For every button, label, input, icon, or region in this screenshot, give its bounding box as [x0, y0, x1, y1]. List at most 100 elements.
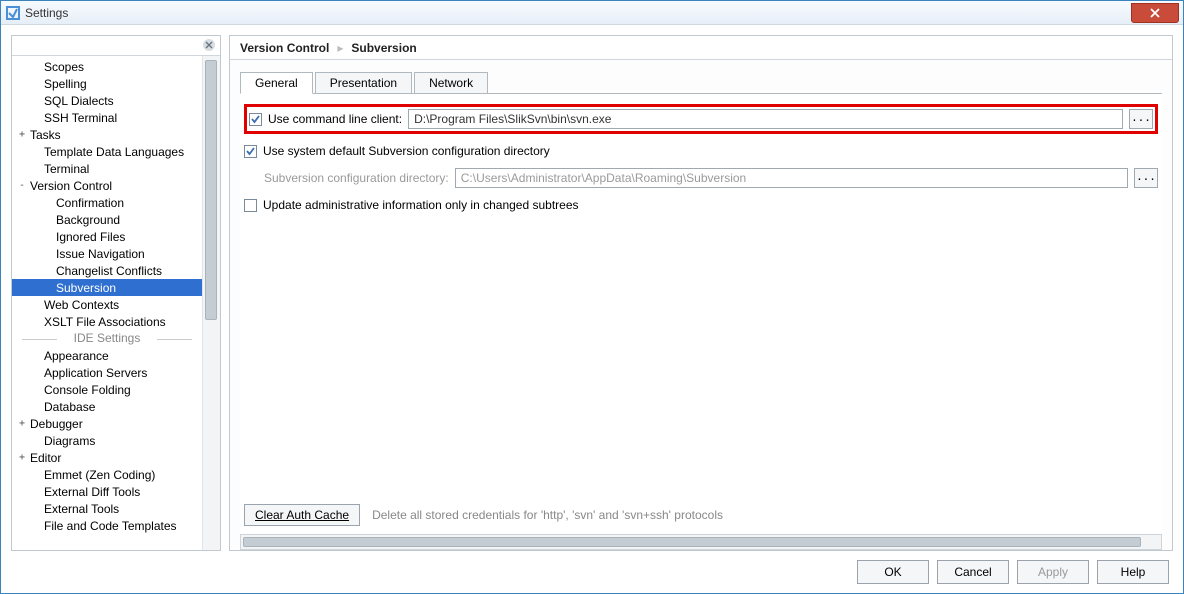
tree-item-label: Template Data Languages	[42, 145, 184, 159]
tree-item-label: Scopes	[42, 60, 84, 74]
tree-item[interactable]: Web Contexts	[12, 296, 202, 313]
tree-item-label: Diagrams	[42, 434, 95, 448]
tree-item[interactable]: -Version Control	[12, 177, 202, 194]
tree-item-label: Application Servers	[42, 366, 147, 380]
tree-item[interactable]: Appearance	[12, 347, 202, 364]
tree-item-label: Debugger	[28, 417, 83, 431]
tree-item-label: Editor	[28, 451, 61, 465]
sysdefault-label: Use system default Subversion configurat…	[263, 144, 550, 158]
tree-item-label: Appearance	[42, 349, 109, 363]
cli-row: Use command line client: ...	[244, 104, 1158, 134]
cli-label: Use command line client:	[268, 112, 402, 126]
cli-checkbox[interactable]	[249, 113, 262, 126]
breadcrumb-sep-icon: ▸	[337, 41, 343, 55]
tree-item[interactable]: Changelist Conflicts	[12, 262, 202, 279]
tree-item-label: Emmet (Zen Coding)	[42, 468, 155, 482]
tree-item-label: Version Control	[28, 179, 112, 193]
tabs: General Presentation Network	[240, 72, 1162, 94]
breadcrumb-leaf: Subversion	[351, 41, 416, 55]
clear-auth-cache-button[interactable]: Clear Auth Cache	[244, 504, 360, 526]
tree-item[interactable]: Emmet (Zen Coding)	[12, 466, 202, 483]
tree-item[interactable]: Terminal	[12, 160, 202, 177]
tree-item[interactable]: +Editor	[12, 449, 202, 466]
tree-item[interactable]: Confirmation	[12, 194, 202, 211]
tree-scrollbar[interactable]	[202, 56, 220, 550]
confdir-browse-button[interactable]: ...	[1134, 168, 1158, 188]
tree-item-label: External Tools	[42, 502, 119, 516]
tree-section-header: IDE Settings	[12, 330, 202, 347]
tree-item-label: Console Folding	[42, 383, 131, 397]
tree-item[interactable]: Ignored Files	[12, 228, 202, 245]
dialog-button-bar: OK Cancel Apply Help	[1, 551, 1183, 593]
tree-item[interactable]: SSH Terminal	[12, 109, 202, 126]
tree-item-label: Database	[42, 400, 95, 414]
tree-item-label: Ignored Files	[54, 230, 125, 244]
tab-network[interactable]: Network	[414, 72, 488, 93]
expand-icon[interactable]: +	[16, 452, 28, 463]
tree-item[interactable]: Application Servers	[12, 364, 202, 381]
tree-item-label: Web Contexts	[42, 298, 119, 312]
tree-item-label: SSH Terminal	[42, 111, 117, 125]
tree-item[interactable]: Database	[12, 398, 202, 415]
clear-search-icon[interactable]	[202, 38, 216, 52]
settings-dialog: Settings Scopes Spelling SQL Dialects SSH T…	[0, 0, 1184, 594]
apply-button: Apply	[1017, 560, 1089, 584]
close-button[interactable]	[1131, 3, 1179, 23]
tree-item-label: External Diff Tools	[42, 485, 140, 499]
confdir-input	[455, 168, 1128, 188]
help-button[interactable]: Help	[1097, 560, 1169, 584]
breadcrumb-root[interactable]: Version Control	[240, 41, 329, 55]
title-bar: Settings	[1, 1, 1183, 25]
tree-item[interactable]: SQL Dialects	[12, 92, 202, 109]
breadcrumb: Version Control ▸ Subversion	[230, 36, 1172, 60]
expand-icon[interactable]: +	[16, 418, 28, 429]
tree-item[interactable]: +Debugger	[12, 415, 202, 432]
update-label: Update administrative information only i…	[263, 198, 579, 212]
tree-item-label: Confirmation	[54, 196, 124, 210]
content-h-scrollbar[interactable]	[240, 534, 1162, 550]
tree-item-label: Tasks	[28, 128, 61, 142]
tree-item-label: Background	[54, 213, 120, 227]
tree-item[interactable]: Background	[12, 211, 202, 228]
tree-item[interactable]: Template Data Languages	[12, 143, 202, 160]
tree-item-label: Issue Navigation	[54, 247, 145, 261]
cache-row: Clear Auth Cache Delete all stored crede…	[244, 504, 1158, 526]
tree-item-label: SQL Dialects	[42, 94, 114, 108]
ok-button[interactable]: OK	[857, 560, 929, 584]
sysdefault-row: Use system default Subversion configurat…	[244, 144, 1158, 158]
tree-item-label: Spelling	[42, 77, 87, 91]
tree-item-label: Terminal	[42, 162, 89, 176]
cli-browse-button[interactable]: ...	[1129, 109, 1153, 129]
tree-item[interactable]: Diagrams	[12, 432, 202, 449]
tree-item-label: File and Code Templates	[42, 519, 177, 533]
tree-item[interactable]: Scopes	[12, 58, 202, 75]
window-title: Settings	[25, 6, 68, 20]
update-row: Update administrative information only i…	[244, 198, 1158, 212]
tab-presentation[interactable]: Presentation	[315, 72, 412, 93]
app-icon	[5, 5, 21, 21]
tree-item[interactable]: External Tools	[12, 500, 202, 517]
confdir-label: Subversion configuration directory:	[264, 171, 449, 185]
collapse-icon[interactable]: -	[16, 180, 28, 191]
tree-item[interactable]: File and Code Templates	[12, 517, 202, 534]
tree-item-label: Changelist Conflicts	[54, 264, 162, 278]
tree-item[interactable]: External Diff Tools	[12, 483, 202, 500]
cli-path-input[interactable]	[408, 109, 1123, 129]
tree-item-label: Subversion	[54, 281, 116, 295]
tree-item[interactable]: XSLT File Associations	[12, 313, 202, 330]
clear-cache-description: Delete all stored credentials for 'http'…	[372, 508, 723, 522]
tree-item[interactable]: Spelling	[12, 75, 202, 92]
tree-item[interactable]: Issue Navigation	[12, 245, 202, 262]
tree-item[interactable]: +Tasks	[12, 126, 202, 143]
tree-item-label: XSLT File Associations	[42, 315, 166, 329]
expand-icon[interactable]: +	[16, 129, 28, 140]
tree-item[interactable]: Subversion	[12, 279, 202, 296]
tab-general[interactable]: General	[240, 72, 313, 94]
cancel-button[interactable]: Cancel	[937, 560, 1009, 584]
tree-search[interactable]	[12, 36, 220, 56]
tree-item[interactable]: Console Folding	[12, 381, 202, 398]
confdir-row: Subversion configuration directory: ...	[264, 168, 1158, 188]
sysdefault-checkbox[interactable]	[244, 145, 257, 158]
update-checkbox[interactable]	[244, 199, 257, 212]
settings-tree[interactable]: ScopesSpellingSQL DialectsSSH Terminal+T…	[12, 56, 202, 550]
